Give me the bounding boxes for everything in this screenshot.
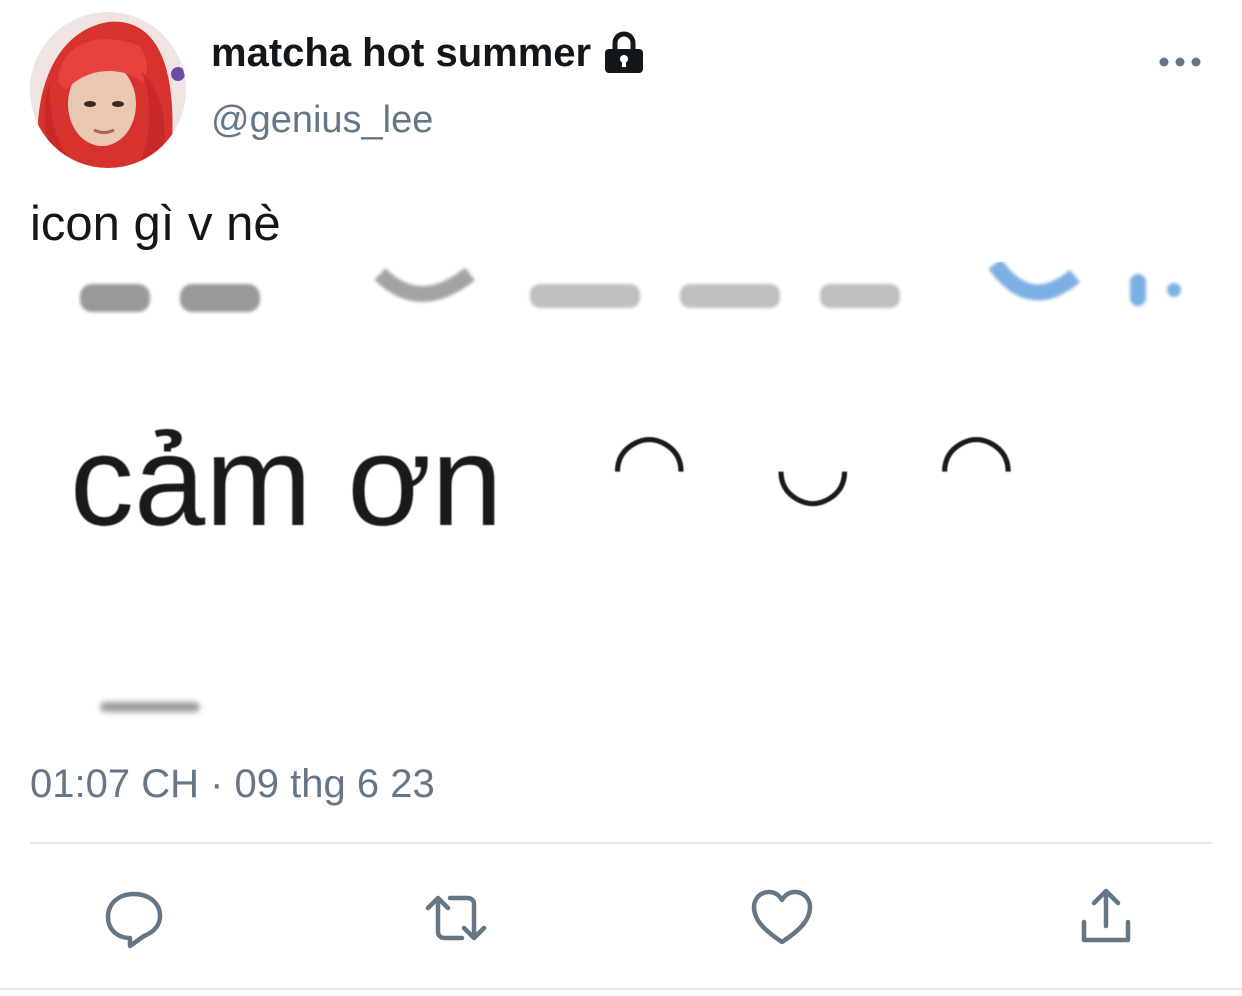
display-name-text: matcha hot summer: [211, 31, 592, 75]
tweet-text: icon gì v nè: [30, 197, 281, 251]
like-icon[interactable]: [750, 886, 814, 950]
avatar[interactable]: [30, 12, 186, 168]
reply-icon[interactable]: [102, 886, 166, 950]
avatar-photo: [30, 12, 186, 168]
display-name[interactable]: matcha hot summer: [211, 30, 645, 76]
tweet-media-image[interactable]: cảm ơn ◠ ◡ ◠: [30, 262, 1212, 742]
more-dots-icon[interactable]: [1152, 50, 1208, 74]
tweet-timestamp[interactable]: 01:07 CH · 09 thg 6 23: [30, 760, 435, 808]
share-icon[interactable]: [1074, 886, 1138, 950]
media-smudge: [100, 702, 200, 712]
media-emoticon: ◠ ◡ ◠: [610, 415, 1046, 515]
bottom-divider: [0, 988, 1242, 990]
lock-icon: [603, 31, 645, 75]
media-cropped-text-line: [80, 262, 1200, 347]
retweet-icon[interactable]: [424, 886, 488, 950]
user-handle[interactable]: @genius_lee: [211, 98, 433, 142]
divider: [30, 842, 1212, 844]
media-caption-text: cảm ơn: [70, 410, 503, 553]
